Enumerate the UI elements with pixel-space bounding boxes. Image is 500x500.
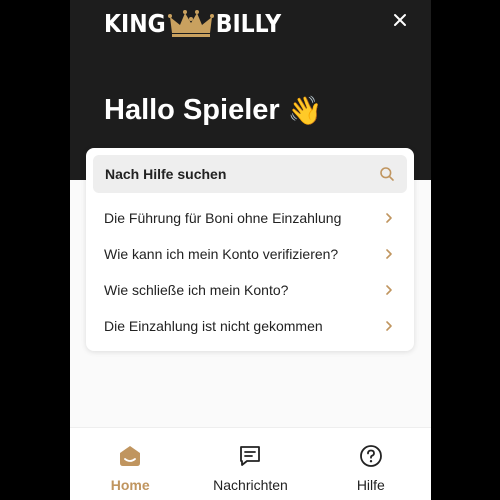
tab-help[interactable]: Hilfe xyxy=(311,428,431,500)
tab-home-label: Home xyxy=(110,477,150,493)
faq-item-label: Wie kann ich mein Konto verifizieren? xyxy=(104,246,339,262)
search-help-input[interactable]: Nach Hilfe suchen xyxy=(93,155,407,193)
logo-word-left: KING xyxy=(104,9,166,39)
crown-icon xyxy=(167,10,214,37)
messenger-panel: KING BILLY Hallo Spieler 👋 Nach Hilfe su… xyxy=(70,0,431,500)
faq-item-bonus[interactable]: Die Führung für Boni ohne Einzahlung xyxy=(86,200,414,236)
close-button[interactable] xyxy=(390,10,410,30)
greeting-heading: Hallo Spieler 👋 xyxy=(104,94,323,127)
logo-word-right: BILLY xyxy=(215,9,282,39)
close-icon xyxy=(394,14,406,26)
messages-icon xyxy=(240,446,261,466)
tab-help-label: Hilfe xyxy=(356,477,385,493)
faq-item-deposit[interactable]: Die Einzahlung ist nicht gekommen xyxy=(86,308,414,344)
faq-item-verify[interactable]: Wie kann ich mein Konto verifizieren? xyxy=(86,236,414,272)
faq-item-label: Wie schließe ich mein Konto? xyxy=(104,282,289,298)
chevron-right-icon xyxy=(386,213,392,223)
faq-list: Die Führung für Boni ohne Einzahlung Wie… xyxy=(86,200,414,344)
faq-item-label: Die Einzahlung ist nicht gekommen xyxy=(104,318,323,334)
tab-home[interactable]: Home xyxy=(70,428,190,500)
search-icon xyxy=(380,167,394,181)
king-billy-logo: KING BILLY xyxy=(104,8,281,40)
waving-hand-icon: 👋 xyxy=(287,94,323,126)
faq-item-label: Die Führung für Boni ohne Einzahlung xyxy=(104,210,342,226)
faq-item-close-account[interactable]: Wie schließe ich mein Konto? xyxy=(86,272,414,308)
help-card: Nach Hilfe suchen Die Führung für Boni o… xyxy=(86,148,414,351)
help-icon xyxy=(359,445,382,467)
chevron-right-icon xyxy=(386,321,392,331)
chevron-right-icon xyxy=(386,285,392,295)
bottom-tab-bar: Home Nachrichten Hilfe xyxy=(70,427,431,500)
tab-messages-label: Nachrichten xyxy=(213,477,288,493)
greeting-text: Hallo Spieler xyxy=(104,94,280,126)
tab-messages[interactable]: Nachrichten xyxy=(190,428,310,500)
chevron-right-icon xyxy=(386,249,392,259)
search-label: Nach Hilfe suchen xyxy=(105,166,227,182)
home-icon xyxy=(120,446,141,466)
